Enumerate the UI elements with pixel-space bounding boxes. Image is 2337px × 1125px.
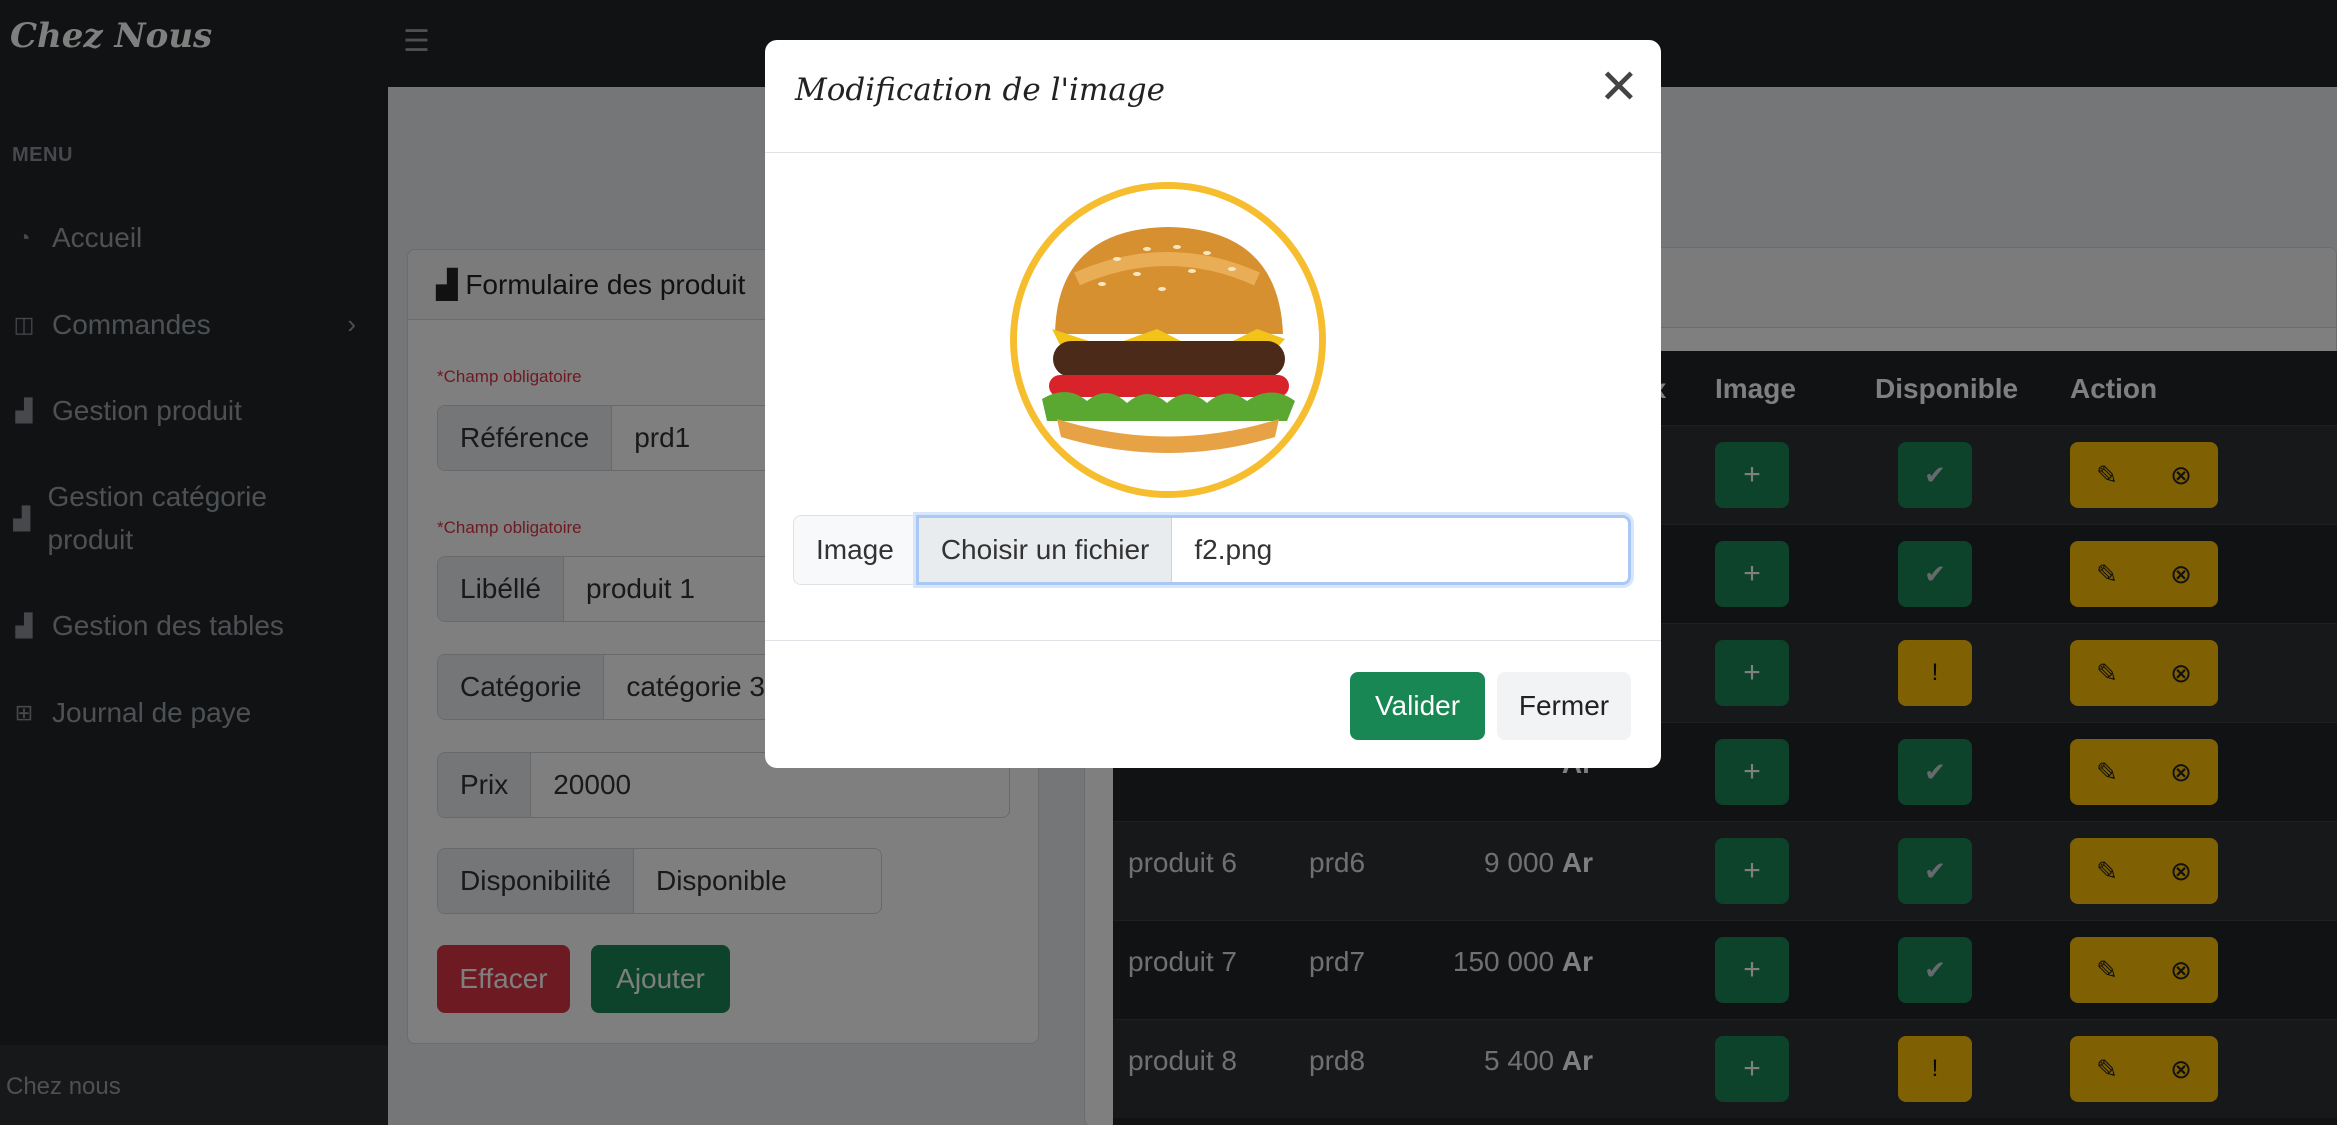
modal-header: Modification de l'image ✕ [765,40,1661,153]
modal-footer: Valider Fermer [765,640,1661,768]
file-input[interactable]: Choisir un fichier f2.png [915,515,1631,585]
image-label: Image [793,515,916,585]
burger-image [1017,189,1319,491]
submit-button[interactable]: Valider [1350,672,1485,740]
choose-file-button[interactable]: Choisir un fichier [918,518,1173,582]
product-image [1010,182,1326,498]
close-button[interactable]: Fermer [1497,672,1631,740]
close-icon[interactable]: ✕ [1599,64,1639,112]
modal-title: Modification de l'image [795,72,1166,108]
image-file-input-group: Image Choisir un fichier f2.png [793,515,1631,585]
image-edit-modal: Modification de l'image ✕ Image Choisir … [765,40,1661,768]
file-name: f2.png [1194,534,1273,565]
